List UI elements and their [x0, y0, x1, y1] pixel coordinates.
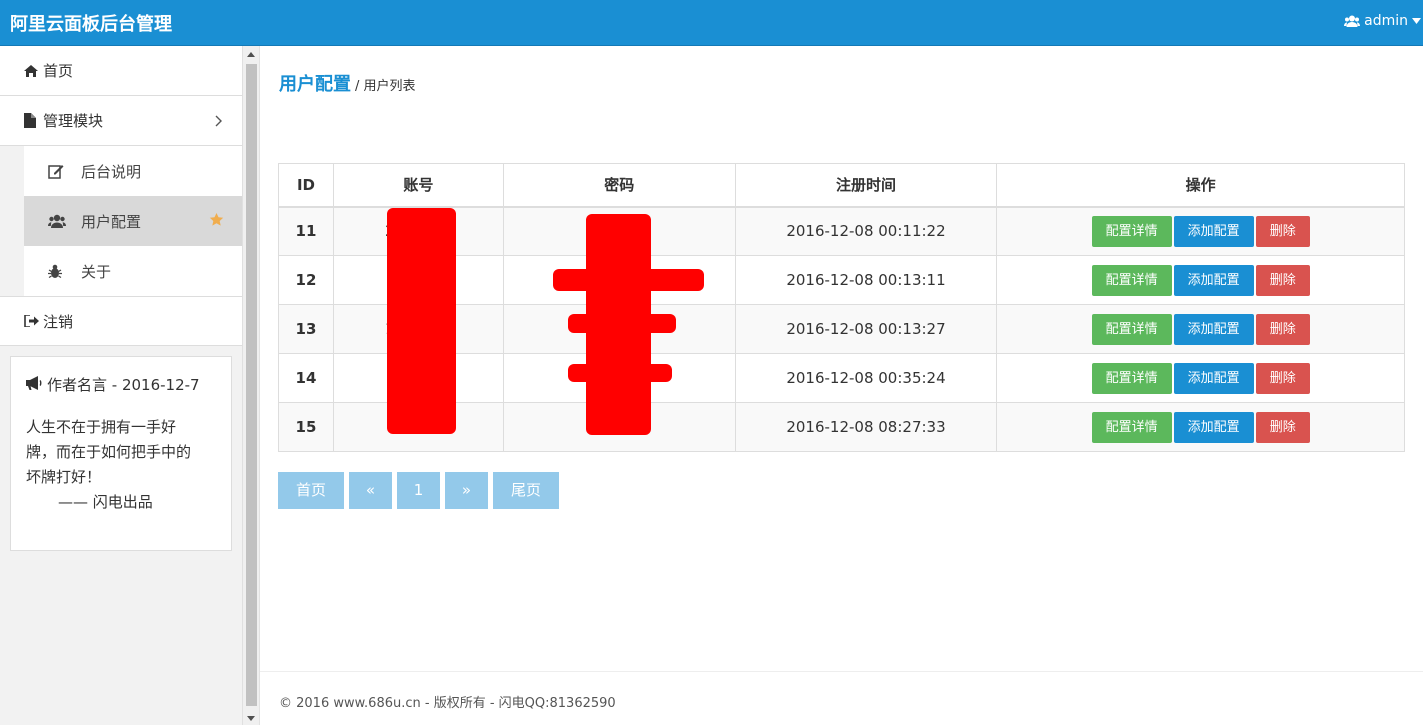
- cell-register-time: 2016-12-08 00:13:27: [734, 304, 998, 354]
- cell-id: 13: [278, 304, 334, 354]
- config-detail-button[interactable]: 配置详情: [1091, 264, 1172, 296]
- sidebar-content: 首页 管理模块 后台说明 用户配置 关于 注销 作者名言 - 2016-12-7…: [0, 46, 242, 725]
- sidebar-subitem-user-config[interactable]: 用户配置: [24, 196, 242, 246]
- page-title[interactable]: 用户配置: [279, 70, 351, 96]
- quote-line: 坏牌打好！: [26, 468, 102, 486]
- pagination-prev[interactable]: «: [349, 472, 392, 509]
- pagination: 首页 « 1 » 尾页: [278, 472, 559, 509]
- scroll-down-arrow-icon[interactable]: [247, 716, 255, 721]
- home-icon: [24, 63, 40, 79]
- cell-id: 12: [278, 255, 334, 305]
- quote-title: 作者名言 - 2016-12-7: [26, 373, 216, 398]
- redaction-mark-password: [568, 314, 676, 333]
- add-config-button[interactable]: 添加配置: [1173, 313, 1254, 345]
- cell-id: 14: [278, 353, 334, 403]
- sidebar-scrollbar[interactable]: [242, 46, 259, 725]
- add-config-button[interactable]: 添加配置: [1173, 215, 1254, 247]
- add-config-button[interactable]: 添加配置: [1173, 362, 1254, 394]
- user-menu[interactable]: admin: [1344, 13, 1421, 29]
- bullhorn-icon: [26, 373, 43, 398]
- sidebar: 首页 管理模块 后台说明 用户配置 关于 注销 作者名言 - 2016-12-7…: [0, 46, 260, 725]
- column-header-actions: 操作: [996, 163, 1405, 208]
- cell-id: 11: [278, 206, 334, 256]
- config-detail-button[interactable]: 配置详情: [1091, 215, 1172, 247]
- sidebar-item-modules[interactable]: 管理模块: [0, 96, 242, 146]
- cell-actions: 配置详情 添加配置 删除: [996, 353, 1405, 403]
- logout-icon: [24, 313, 40, 329]
- cell-register-time: 2016-12-08 08:27:33: [734, 402, 998, 452]
- quote-title-text: 作者名言 - 2016-12-7: [47, 376, 200, 394]
- column-header-account: 账号: [332, 163, 504, 208]
- quote-panel: 作者名言 - 2016-12-7 人生不在于拥有一手好 牌，而在于如何把手中的 …: [10, 356, 232, 551]
- column-header-register-time: 注册时间: [734, 163, 998, 208]
- users-icon: [1344, 15, 1361, 28]
- delete-button[interactable]: 删除: [1255, 264, 1310, 296]
- redaction-mark-password: [553, 269, 704, 291]
- column-header-password: 密码: [502, 163, 736, 208]
- quote-body: 人生不在于拥有一手好 牌，而在于如何把手中的 坏牌打好！ —— 闪电出品: [26, 415, 216, 515]
- users-icon: [48, 213, 66, 229]
- cell-id: 15: [278, 402, 334, 452]
- sidebar-item-label: 首页: [43, 62, 74, 80]
- add-config-button[interactable]: 添加配置: [1173, 264, 1254, 296]
- delete-button[interactable]: 删除: [1255, 362, 1310, 394]
- breadcrumb: 用户配置 / 用户列表: [279, 70, 416, 96]
- cell-register-time: 2016-12-08 00:35:24: [734, 353, 998, 403]
- cell-actions: 配置详情 添加配置 删除: [996, 255, 1405, 305]
- config-detail-button[interactable]: 配置详情: [1091, 362, 1172, 394]
- cell-register-time: 2016-12-08 00:13:11: [734, 255, 998, 305]
- breadcrumb-current: / 用户列表: [355, 79, 416, 94]
- pagination-next[interactable]: »: [445, 472, 488, 509]
- delete-button[interactable]: 删除: [1255, 313, 1310, 345]
- table-header-row: ID 账号 密码 注册时间 操作: [278, 163, 1405, 208]
- star-icon: [209, 212, 224, 231]
- edit-icon: [48, 163, 66, 179]
- main-content: 用户配置 / 用户列表 ID 账号 密码 注册时间 操作 11 24 3 201…: [260, 46, 1423, 725]
- add-config-button[interactable]: 添加配置: [1173, 411, 1254, 443]
- cell-actions: 配置详情 添加配置 删除: [996, 206, 1405, 256]
- top-navbar: 阿里云面板后台管理 admin: [0, 0, 1423, 46]
- file-icon: [24, 113, 40, 129]
- sidebar-item-logout[interactable]: 注销: [0, 296, 242, 346]
- footer-copyright: © 2016 www.686u.cn - 版权所有 - 闪电QQ:8136259…: [279, 696, 616, 711]
- pagination-page-1[interactable]: 1: [397, 472, 440, 509]
- quote-signature: —— 闪电出品: [58, 493, 153, 511]
- config-detail-button[interactable]: 配置详情: [1091, 411, 1172, 443]
- cell-register-time: 2016-12-08 00:11:22: [734, 206, 998, 256]
- sidebar-item-label: 注销: [43, 312, 74, 331]
- config-detail-button[interactable]: 配置详情: [1091, 313, 1172, 345]
- redaction-mark-password: [568, 364, 672, 382]
- sidebar-subitem-label: 关于: [81, 262, 112, 281]
- scrollbar-thumb[interactable]: [246, 64, 257, 706]
- sidebar-item-label: 管理模块: [43, 112, 104, 130]
- pagination-first[interactable]: 首页: [278, 472, 344, 509]
- chevron-right-icon: [215, 113, 222, 131]
- username: admin: [1364, 13, 1408, 29]
- cell-actions: 配置详情 添加配置 删除: [996, 304, 1405, 354]
- quote-line: 牌，而在于如何把手中的: [26, 443, 192, 461]
- footer-divider: [260, 671, 1423, 672]
- delete-button[interactable]: 删除: [1255, 215, 1310, 247]
- sidebar-subitem-label: 后台说明: [81, 162, 142, 181]
- bug-icon: [48, 263, 66, 279]
- delete-button[interactable]: 删除: [1255, 411, 1310, 443]
- quote-line: 人生不在于拥有一手好: [26, 418, 177, 436]
- sidebar-subitem-label: 用户配置: [81, 212, 142, 231]
- scroll-up-arrow-icon[interactable]: [247, 52, 255, 57]
- column-header-id: ID: [278, 163, 334, 208]
- sidebar-subitem-about[interactable]: 关于: [24, 246, 242, 296]
- sidebar-item-home[interactable]: 首页: [0, 46, 242, 96]
- app-title[interactable]: 阿里云面板后台管理: [10, 10, 172, 36]
- pagination-last[interactable]: 尾页: [493, 472, 559, 509]
- redaction-mark-account: [387, 208, 456, 434]
- sidebar-subitem-backend-info[interactable]: 后台说明: [24, 146, 242, 196]
- cell-actions: 配置详情 添加配置 删除: [996, 402, 1405, 452]
- caret-down-icon: [1412, 18, 1421, 24]
